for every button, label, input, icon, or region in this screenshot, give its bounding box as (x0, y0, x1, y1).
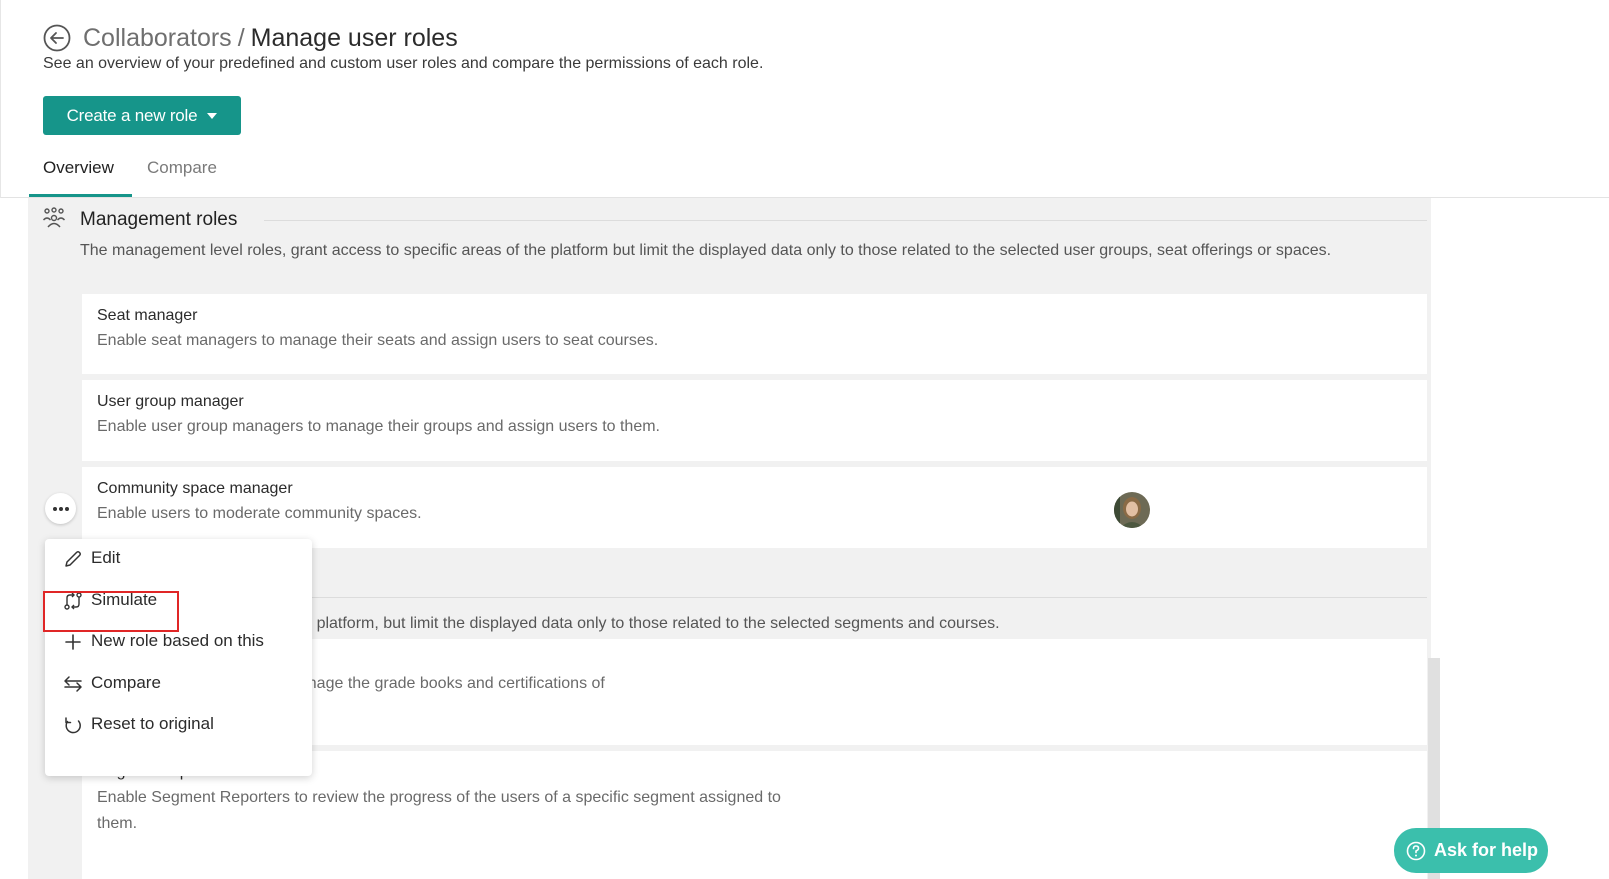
user-avatar[interactable] (1114, 492, 1150, 528)
breadcrumb-current: Manage user roles (250, 24, 458, 52)
role-description: Enable users to moderate community space… (97, 505, 422, 522)
caret-down-icon (207, 112, 218, 119)
compare-arrows-icon (64, 676, 82, 692)
menu-item-label: New role based on this (91, 631, 264, 650)
pencil-icon (65, 551, 81, 567)
ask-for-help-label: Ask for help (1434, 840, 1539, 860)
page-title: Collaborators / Manage user roles (83, 22, 458, 54)
menu-item-label: Edit (91, 548, 121, 567)
menu-item-reset[interactable]: Reset to original (45, 705, 312, 743)
users-group-icon (42, 207, 66, 228)
role-card-community-space-manager[interactable]: Community space manager Enable users to … (82, 467, 1427, 548)
role-card-seat-manager[interactable]: Seat manager Enable seat managers to man… (82, 294, 1427, 374)
section-divider-2 (264, 597, 1427, 598)
role-description: Enable Segment Reporters to review the p… (97, 785, 781, 837)
ellipsis-icon (52, 506, 69, 511)
role-description-line: them. (97, 815, 138, 832)
section-description-management: The management level roles, grant access… (80, 242, 1332, 259)
tab-compare[interactable]: Compare (147, 158, 217, 178)
role-name: Community space manager (97, 480, 293, 497)
page-header: Collaborators / Manage user roles See an o… (0, 0, 1609, 198)
menu-item-label: Reset to original (91, 714, 214, 733)
role-description-line: Enable Segment Reporters to review the p… (97, 789, 781, 806)
menu-item-compare[interactable]: Compare (45, 664, 312, 702)
more-options-button[interactable] (45, 493, 76, 524)
back-arrow-icon[interactable] (43, 24, 71, 52)
page-subtitle: See an overview of your predefined and c… (43, 55, 764, 72)
role-description: Enable user group managers to manage the… (97, 418, 660, 435)
role-card-user-group-manager[interactable]: User group manager Enable user group man… (82, 380, 1427, 461)
tab-overview[interactable]: Overview (43, 158, 114, 178)
section-divider (264, 220, 1427, 221)
ask-for-help-button[interactable]: Ask for help (1394, 828, 1548, 873)
menu-item-label: Compare (91, 673, 161, 692)
help-icon (1406, 841, 1426, 860)
breadcrumb-collaborators[interactable]: Collaborators (83, 24, 232, 52)
breadcrumb-separator: / (237, 24, 245, 52)
role-name: User group manager (97, 393, 244, 410)
menu-item-edit[interactable]: Edit (45, 539, 312, 577)
reset-icon (65, 717, 81, 734)
plus-icon (65, 634, 81, 650)
role-name: Seat manager (97, 307, 198, 324)
section-title-management: Management roles (80, 209, 238, 230)
role-description: Enable seat managers to manage their sea… (97, 332, 659, 349)
create-role-button[interactable]: Create a new role (43, 96, 241, 135)
role-context-menu: Edit Simulate New role based on this Com… (45, 539, 312, 776)
create-role-label: Create a new role (66, 105, 198, 125)
simulate-highlight-box (43, 591, 179, 632)
